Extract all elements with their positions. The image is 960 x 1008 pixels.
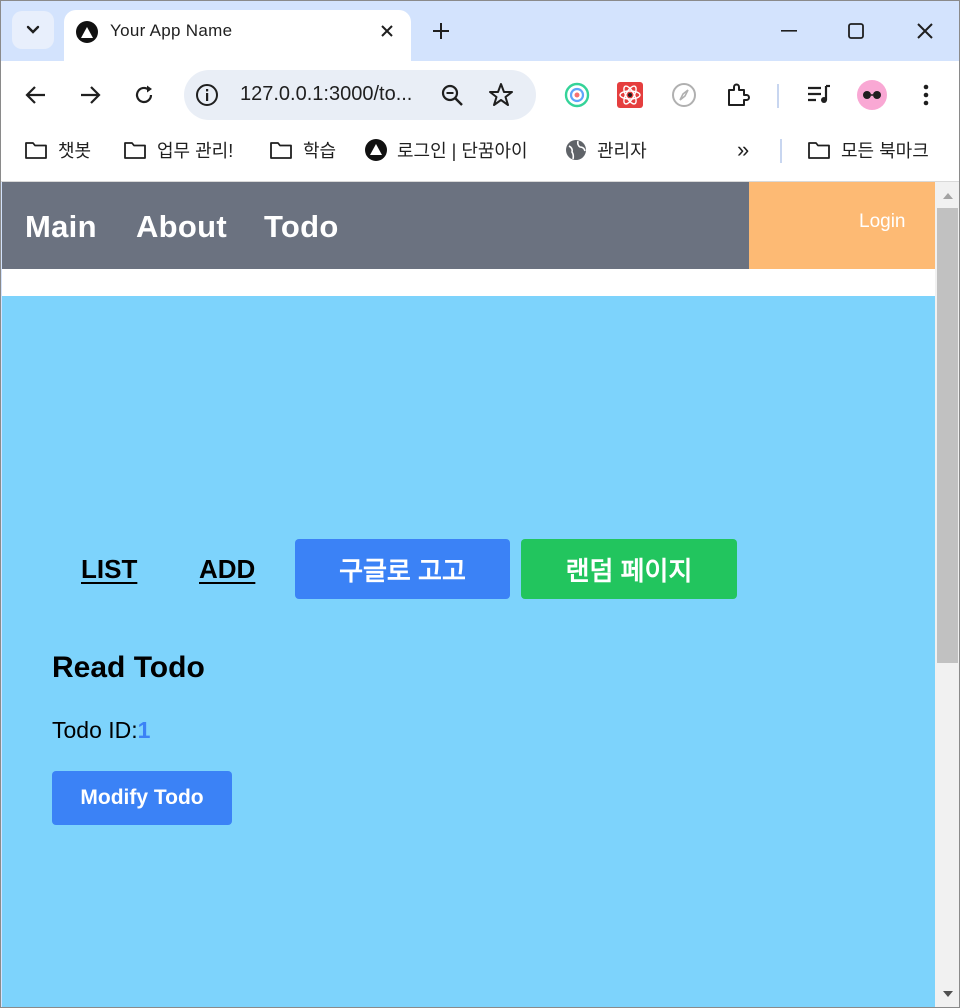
more-menu-icon[interactable] [911,80,941,110]
nav-link-about[interactable]: About [136,209,227,245]
active-tab[interactable]: Your App Name [64,10,411,61]
close-window-icon[interactable] [907,13,943,49]
bookmark-label: 학습 [303,141,337,161]
bookmark-star-icon[interactable] [487,81,515,109]
profile-avatar-icon[interactable] [857,80,887,110]
extension-radar-icon[interactable] [562,80,592,110]
bookmark-label: 챗봇 [58,141,92,161]
list-link[interactable]: LIST [81,554,137,585]
double-chevron-icon: » [737,137,750,162]
page-viewport: Main About Todo Login LIST ADD 구글로 고고 랜덤… [2,182,935,1007]
media-queue-icon[interactable] [804,80,834,110]
browser-toolbar: 127.0.0.1:3000/to... [1,61,959,131]
new-tab-icon[interactable] [426,16,456,46]
folder-icon [808,142,830,159]
chevron-down-icon [26,25,40,34]
reload-icon[interactable] [126,77,162,113]
vertical-scrollbar[interactable] [935,182,959,1007]
top-nav: Main About Todo Login [2,182,935,269]
scrollbar-thumb[interactable] [937,208,958,663]
modify-todo-button[interactable]: Modify Todo [52,771,232,825]
todo-id-label: Todo ID: [52,717,138,743]
bookmark-folder-work[interactable]: 업무 관리! [123,137,233,163]
compass-extension-icon[interactable] [669,80,699,110]
bookmark-folder-study[interactable]: 학습 [269,137,336,163]
url-text[interactable]: 127.0.0.1:3000/to... [240,83,412,106]
scroll-down-icon[interactable] [935,984,959,1004]
google-button[interactable]: 구글로 고고 [295,539,510,599]
read-todo-title: Read Todo [52,651,205,684]
todo-id-value: 1 [137,717,151,743]
random-page-button[interactable]: 랜덤 페이지 [521,539,737,599]
tab-strip: Your App Name [1,1,959,61]
bookmark-login-page[interactable]: 로그인 | 단꿈아이 [365,137,528,163]
bookmark-label: 로그인 | 단꿈아이 [397,141,528,161]
bookmarks-bar: 챗봇 업무 관리! 학습 로그인 | 단꿈아이 관리자 » 모든 북마크 [1,131,959,182]
close-tab-icon[interactable] [374,18,400,44]
app-favicon-icon [76,21,98,43]
bookmark-label: 모든 북마크 [841,141,929,161]
site-info-icon[interactable] [194,82,220,108]
tab-title: Your App Name [110,21,233,40]
todo-id-row: Todo ID:1 [52,717,150,744]
nav-link-todo[interactable]: Todo [264,209,339,245]
folder-icon [270,142,292,159]
bookmark-label: 업무 관리! [157,141,234,161]
login-area[interactable]: Login [749,182,935,269]
forward-icon[interactable] [72,77,108,113]
extensions-puzzle-icon[interactable] [723,80,753,110]
back-icon[interactable] [18,77,54,113]
tab-search-button[interactable] [12,11,54,49]
todo-content: LIST ADD 구글로 고고 랜덤 페이지 Read Todo Todo ID… [2,296,935,1007]
bookmark-admin[interactable]: 관리자 [565,137,647,163]
browser-window: Your App Name 127.0.0.1:3000/to... 챗봇 업무… [0,0,960,1008]
maximize-icon[interactable] [838,13,874,49]
bookmarks-overflow-button[interactable]: » [737,137,749,163]
globe-icon [566,140,586,160]
scroll-up-icon[interactable] [935,186,959,206]
minimize-icon[interactable] [771,13,807,49]
bookmark-label: 관리자 [597,141,647,161]
folder-icon [25,142,47,159]
nav-link-main[interactable]: Main [25,209,97,245]
triangle-logo-icon [365,139,387,161]
address-bar[interactable]: 127.0.0.1:3000/to... [184,70,536,120]
login-link[interactable]: Login [859,211,906,233]
bookmark-folder-chatbot[interactable]: 챗봇 [24,137,91,163]
folder-icon [124,142,146,159]
bookmarks-divider [780,139,782,163]
toolbar-divider [777,84,779,108]
add-link[interactable]: ADD [199,554,255,585]
zoom-icon[interactable] [439,82,465,108]
all-bookmarks-folder[interactable]: 모든 북마크 [807,137,929,163]
react-devtools-icon[interactable] [615,80,645,110]
